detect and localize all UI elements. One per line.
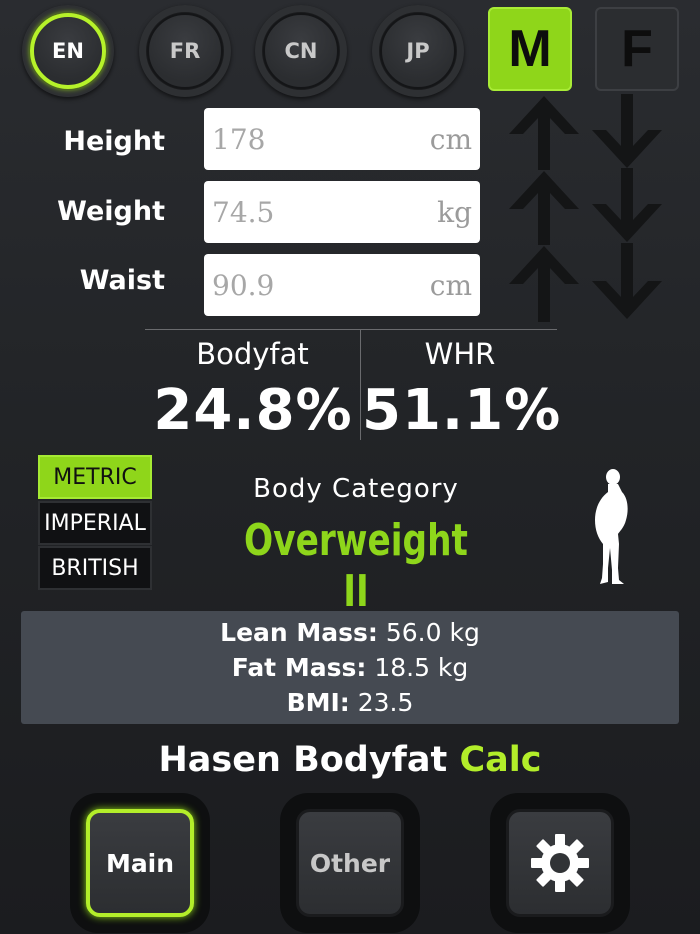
nav-other-button[interactable]: Other — [280, 793, 420, 933]
language-label-fr: FR — [147, 13, 223, 89]
weight-increment-arrow-icon[interactable] — [505, 165, 583, 245]
whr-value: 51.1% — [362, 378, 562, 443]
unit-british-button[interactable]: BRITISH — [38, 546, 152, 590]
height-field[interactable]: 178 cm — [204, 108, 480, 170]
height-label: Height — [63, 126, 165, 157]
unit-imperial-button[interactable]: IMPERIAL — [38, 501, 152, 545]
whr-label: WHR — [424, 337, 496, 371]
language-label-jp: JP — [380, 13, 456, 89]
weight-value: 74.5 — [212, 195, 275, 229]
waist-increment-arrow-icon[interactable] — [505, 240, 583, 322]
language-button-cn[interactable]: CN — [255, 5, 347, 97]
language-label-cn: CN — [263, 13, 339, 89]
language-button-jp[interactable]: JP — [372, 5, 464, 97]
gender-male-button[interactable]: M — [488, 7, 572, 91]
bmi-value: 23.5 — [357, 688, 414, 717]
body-category-label: Body Category — [253, 474, 459, 504]
weight-unit: kg — [437, 195, 472, 229]
gender-female-button[interactable]: F — [595, 7, 679, 91]
nav-settings-button[interactable] — [490, 793, 630, 933]
results-divider — [145, 329, 557, 330]
gear-icon — [531, 834, 589, 892]
bodyfat-label: Bodyfat — [196, 337, 309, 371]
stats-panel: Lean Mass: 56.0 kg Fat Mass: 18.5 kg BMI… — [21, 611, 679, 724]
weight-field[interactable]: 74.5 kg — [204, 181, 480, 243]
fat-mass-label: Fat Mass: — [231, 653, 367, 682]
nav-main-label: Main — [86, 809, 194, 917]
lean-mass-value: 56.0 kg — [385, 618, 480, 647]
app-title-accent: Calc — [459, 740, 542, 780]
waist-label: Waist — [79, 265, 165, 296]
waist-value: 90.9 — [212, 268, 275, 302]
bodyfat-value: 24.8% — [153, 378, 353, 443]
app-title-main: Hasen Bodyfat — [158, 740, 448, 780]
weight-label: Weight — [57, 196, 165, 227]
waist-decrement-arrow-icon[interactable] — [588, 243, 666, 325]
lean-mass-label: Lean Mass: — [220, 618, 378, 647]
nav-settings-face — [506, 809, 614, 917]
bmi-label: BMI: — [286, 688, 350, 717]
waist-field[interactable]: 90.9 cm — [204, 254, 480, 316]
app-title: Hasen Bodyfat Calc — [0, 740, 700, 780]
height-unit: cm — [429, 122, 472, 156]
language-button-en[interactable]: EN — [22, 5, 114, 97]
results-separator — [360, 330, 361, 440]
unit-metric-button[interactable]: METRIC — [38, 455, 152, 499]
height-value: 178 — [212, 122, 266, 156]
height-increment-arrow-icon[interactable] — [505, 90, 583, 170]
waist-unit: cm — [429, 268, 472, 302]
language-button-fr[interactable]: FR — [139, 5, 231, 97]
language-label-en: EN — [30, 13, 106, 89]
fat-mass-value: 18.5 kg — [374, 653, 469, 682]
height-decrement-arrow-icon[interactable] — [588, 94, 666, 174]
nav-main-button[interactable]: Main — [70, 793, 210, 933]
bmi-row: BMI: 23.5 — [287, 685, 414, 720]
body-silhouette-icon — [595, 469, 628, 584]
body-category-value: Overweight II — [244, 515, 468, 617]
fat-mass-row: Fat Mass: 18.5 kg — [232, 650, 469, 685]
nav-other-label: Other — [296, 809, 404, 917]
weight-decrement-arrow-icon[interactable] — [588, 168, 666, 248]
lean-mass-row: Lean Mass: 56.0 kg — [220, 615, 480, 650]
